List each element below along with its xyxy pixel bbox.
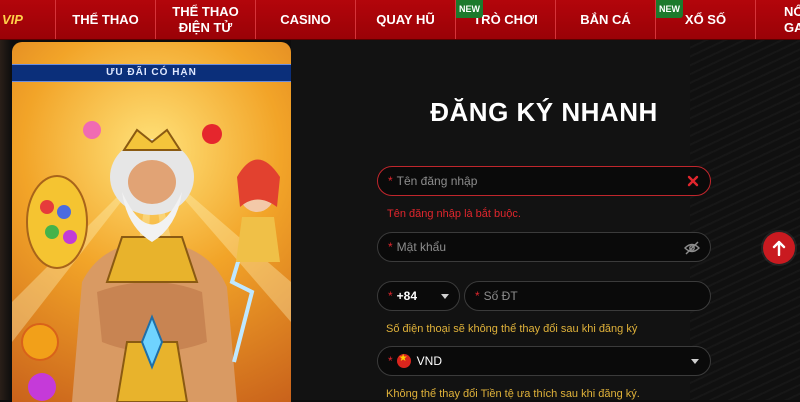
promo-illustration (12, 121, 291, 402)
chevron-down-icon (441, 294, 449, 299)
password-placeholder: Mật khẩu (396, 240, 447, 254)
required-marker: * (388, 289, 393, 303)
country-code-value: +84 (396, 289, 418, 303)
scroll-top-button[interactable] (763, 232, 795, 264)
chevron-down-icon (691, 359, 699, 364)
vietnam-flag-icon (396, 353, 411, 368)
nav-item-tro-choi[interactable]: NEW TRÒ CHƠI (455, 0, 555, 39)
nav-item-xo-so[interactable]: NEW XỔ SỐ (655, 0, 755, 39)
required-marker: * (475, 289, 480, 303)
phone-field[interactable]: * Số ĐT (464, 281, 711, 311)
required-marker: * (388, 354, 393, 368)
background-left (0, 40, 12, 400)
required-marker: * (388, 240, 393, 254)
nav-item-ban-ca[interactable]: BẮN CÁ (555, 0, 655, 39)
username-placeholder: Tên đăng nhập (396, 174, 478, 188)
nav-item-label: BẮN CÁ (580, 11, 631, 27)
nav-item-quay-hu[interactable]: QUAY HŨ (355, 0, 455, 39)
top-nav: VIP THỂ THAO THỂ THAO ĐIỆN TỬ CASINO QUA… (0, 0, 800, 40)
arrow-up-icon (772, 240, 786, 256)
nav-item-label: NỔ GA (784, 3, 800, 35)
logo-text: VIP (2, 12, 23, 27)
password-field[interactable]: * Mật khẩu (377, 232, 711, 262)
currency-select[interactable]: * VND (377, 346, 711, 376)
clear-icon[interactable] (686, 174, 700, 188)
required-marker: * (388, 174, 393, 188)
nav-item-label: QUAY HŨ (376, 11, 435, 27)
username-error: Tên đăng nhập là bắt buộc. (387, 208, 521, 220)
phone-hint: Số điện thoại sẽ không thể thay đổi sau … (386, 323, 638, 335)
new-badge: NEW (456, 0, 483, 18)
new-badge: NEW (656, 0, 683, 18)
nav-item-label: XỔ SỐ (684, 11, 727, 27)
currency-value: VND (416, 354, 443, 368)
eye-off-icon[interactable] (684, 241, 700, 255)
nav-item-the-thao-dien-tu[interactable]: THỂ THAO ĐIỆN TỬ (155, 0, 255, 39)
promo-header: ƯU ĐÃI CÓ HẠN (12, 64, 291, 82)
background-right (690, 40, 800, 400)
phone-placeholder: Số ĐT (483, 289, 518, 303)
site-logo[interactable]: VIP (0, 0, 55, 39)
promo-banner[interactable]: ƯU ĐÃI CÓ HẠN (12, 42, 291, 402)
country-code-select[interactable]: * +84 (377, 281, 460, 311)
username-field[interactable]: * Tên đăng nhập (377, 166, 711, 196)
nav-item-label: THỂ THAO (72, 11, 139, 27)
nav-item-casino[interactable]: CASINO (255, 0, 355, 39)
nav-item-no-hu[interactable]: NỔ GA (755, 0, 800, 39)
nav-item-label: THỂ THAO ĐIỆN TỬ (172, 3, 239, 35)
currency-hint: Không thể thay đổi Tiền tệ ưa thích sau … (386, 388, 640, 400)
form-title: ĐĂNG KÝ NHANH (430, 97, 658, 127)
nav-item-label: CASINO (280, 11, 331, 27)
nav-item-the-thao[interactable]: THỂ THAO (55, 0, 155, 39)
